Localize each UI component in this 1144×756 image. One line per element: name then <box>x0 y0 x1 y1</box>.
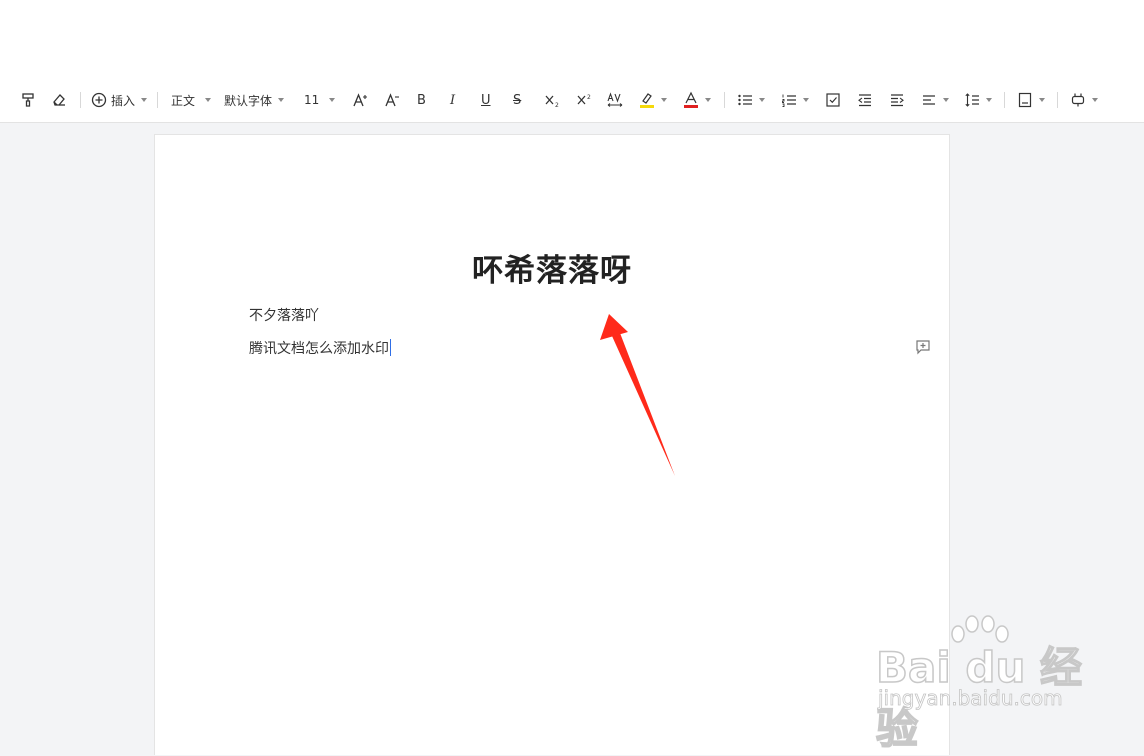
chevron-down-icon <box>1039 98 1045 102</box>
decrease-indent-button[interactable] <box>857 78 873 122</box>
chevron-down-icon <box>141 98 148 102</box>
font-size-value: 11 <box>304 93 320 107</box>
bulleted-list-button[interactable] <box>737 78 765 122</box>
paragraph-style-select[interactable]: 正文 <box>171 78 212 122</box>
top-header-bar <box>0 0 1144 79</box>
document-page[interactable]: 吥希落落呀 不夕落落吖 腾讯文档怎么添加水印 <box>154 134 950 755</box>
text-align-button[interactable] <box>921 78 949 122</box>
font-size-select[interactable]: 11 <box>304 78 336 122</box>
checklist-button[interactable] <box>825 78 841 122</box>
chevron-down-icon <box>1092 98 1098 102</box>
decrease-font-size-button[interactable] <box>384 78 402 122</box>
watermark-url-text: jingyan.baidu.com <box>878 686 1063 711</box>
bold-button[interactable]: B <box>417 78 426 122</box>
numbered-list-icon <box>782 94 796 107</box>
paragraph-2-text: 腾讯文档怎么添加水印 <box>249 341 389 357</box>
paragraph-style-value: 正文 <box>171 93 196 108</box>
underline-button[interactable]: U <box>481 78 491 122</box>
chevron-down-icon <box>943 98 949 102</box>
add-comment-button[interactable] <box>915 339 931 359</box>
subscript-icon: 2 <box>545 95 559 108</box>
toolbar-separator <box>724 92 725 108</box>
chevron-down-icon <box>759 98 765 102</box>
superscript-icon: 2 <box>577 94 591 105</box>
eraser-icon <box>53 94 65 106</box>
chevron-down-icon <box>278 98 285 102</box>
increase-font-size-button[interactable] <box>352 78 370 122</box>
clear-format-button[interactable] <box>51 78 67 122</box>
chevron-down-icon <box>986 98 992 102</box>
outdent-icon <box>858 94 871 107</box>
chevron-down-icon <box>661 98 667 102</box>
italic-button[interactable]: I <box>450 78 455 122</box>
strikethrough-icon: S <box>513 92 522 108</box>
font-color-button[interactable] <box>683 78 711 122</box>
chevron-down-icon <box>705 98 711 102</box>
font-color-icon <box>684 91 698 108</box>
font-increase-icon <box>353 93 367 107</box>
plug-icon <box>1071 93 1085 107</box>
paragraph-2[interactable]: 腾讯文档怎么添加水印 <box>249 338 391 358</box>
toolbar-separator <box>1057 92 1058 108</box>
formatting-toolbar: 插入 正文 默认字体 11 B I U S 2 2 <box>0 78 1144 123</box>
page-settings-button[interactable] <box>1017 78 1045 122</box>
increase-indent-button[interactable] <box>889 78 905 122</box>
font-family-value: 默认字体 <box>224 93 273 108</box>
highlighter-icon <box>640 93 654 108</box>
font-decrease-icon <box>385 93 399 107</box>
superscript-button[interactable]: 2 <box>576 78 594 122</box>
plus-circle-icon <box>91 92 107 108</box>
bold-icon: B <box>417 92 426 108</box>
character-spacing-button[interactable] <box>606 78 624 122</box>
toolbar-separator <box>80 92 81 108</box>
toolbar-separator <box>1004 92 1005 108</box>
letter-spacing-icon <box>607 92 623 107</box>
page-icon <box>1018 92 1032 108</box>
numbered-list-button[interactable] <box>781 78 809 122</box>
text-cursor <box>390 339 391 356</box>
strikethrough-button[interactable]: S <box>513 78 521 122</box>
plugin-button[interactable] <box>1070 78 1098 122</box>
chevron-down-icon <box>803 98 809 102</box>
svg-text:2: 2 <box>587 94 591 101</box>
insert-menu-button[interactable]: 插入 <box>91 78 148 122</box>
align-left-icon <box>923 95 935 105</box>
highlight-color-button[interactable] <box>639 78 667 122</box>
format-painter-button[interactable] <box>20 78 36 122</box>
add-comment-icon <box>916 340 930 355</box>
italic-icon: I <box>450 92 456 108</box>
subscript-button[interactable]: 2 <box>544 78 562 122</box>
baidu-jingyan-watermark: Bai du 经验 jingyan.baidu.com <box>875 612 1106 754</box>
chevron-down-icon <box>205 98 212 102</box>
underline-icon: U <box>481 92 491 108</box>
line-spacing-button[interactable] <box>964 78 992 122</box>
toolbar-separator <box>157 92 158 108</box>
line-spacing-icon <box>965 93 979 107</box>
svg-text:2: 2 <box>555 102 559 108</box>
format-painter-icon <box>22 93 34 107</box>
font-family-select[interactable]: 默认字体 <box>224 78 285 122</box>
bulleted-list-icon <box>738 94 752 106</box>
indent-icon <box>891 94 904 107</box>
insert-label: 插入 <box>111 93 136 108</box>
chevron-down-icon <box>329 98 336 102</box>
checkbox-icon <box>826 93 840 107</box>
document-title[interactable]: 吥希落落呀 <box>155 245 949 290</box>
paragraph-1[interactable]: 不夕落落吖 <box>249 305 319 325</box>
